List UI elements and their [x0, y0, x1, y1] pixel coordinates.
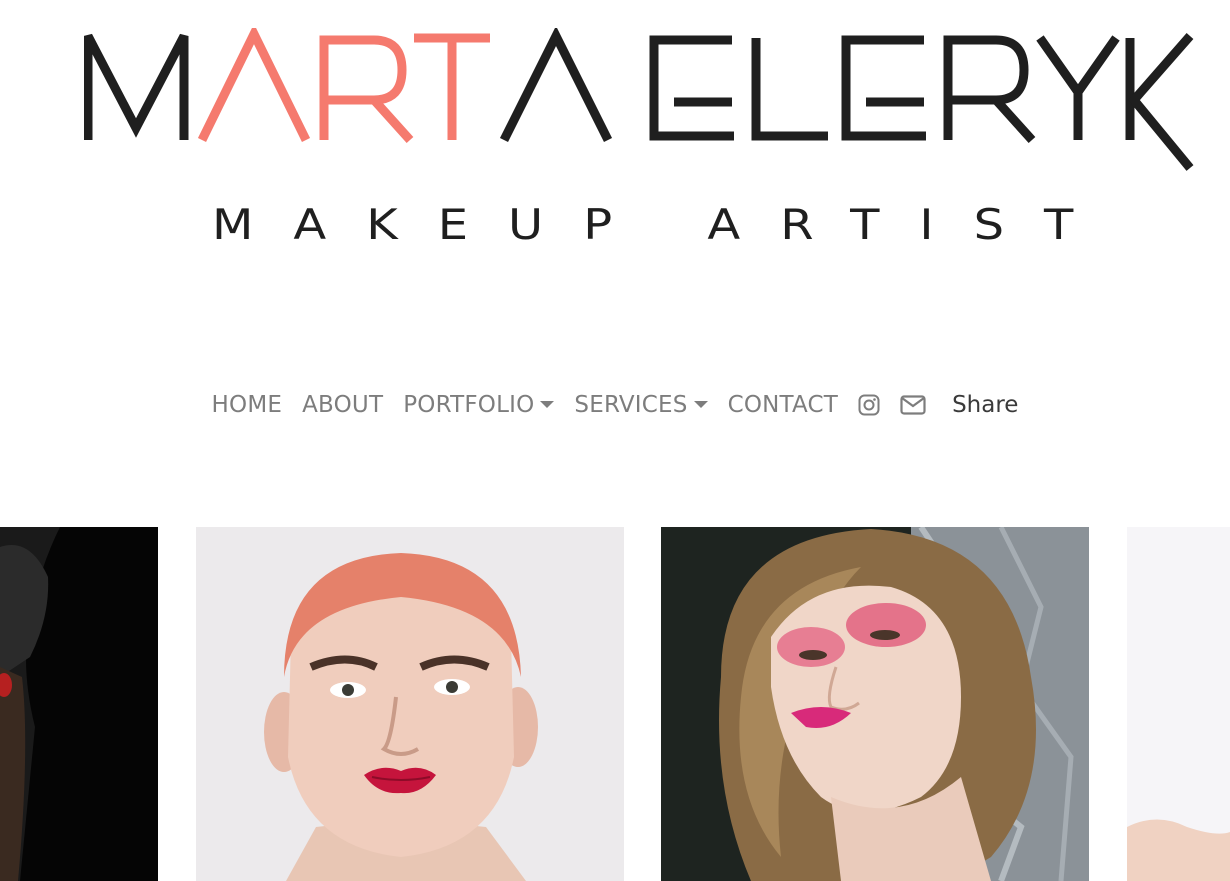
photo-model-bob-hair	[661, 527, 1089, 881]
nav-item-label: ABOUT	[302, 392, 384, 418]
gallery-photo[interactable]	[0, 527, 158, 881]
photo-model-dark-hair	[0, 527, 158, 881]
nav-item-label: HOME	[211, 392, 283, 418]
email-link[interactable]	[890, 395, 936, 415]
nav-item-home[interactable]: HOME	[202, 392, 293, 418]
caret-down-icon	[540, 400, 555, 408]
portfolio-gallery	[0, 527, 1230, 881]
logo-wordmark	[84, 28, 1194, 171]
photo-model-light-bg	[1127, 527, 1230, 881]
nav-item-label: SERVICES	[574, 392, 688, 418]
instagram-link[interactable]	[848, 394, 890, 416]
instagram-icon	[858, 394, 880, 416]
nav-item-portfolio[interactable]: PORTFOLIO	[393, 392, 564, 418]
nav-item-label: PORTFOLIO	[403, 392, 535, 418]
share-button[interactable]: Share	[936, 392, 1028, 418]
nav-item-contact[interactable]: CONTACT	[718, 392, 848, 418]
nav-list: HOME ABOUT PORTFOLIO SERVICES CONTACT Sh…	[202, 392, 1029, 418]
logo-tagline: MAKEUP ARTIST	[212, 200, 1114, 250]
main-navigation: HOME ABOUT PORTFOLIO SERVICES CONTACT Sh…	[0, 380, 1230, 430]
nav-item-about[interactable]: ABOUT	[292, 392, 393, 418]
site-logo[interactable]: MAKEUP ARTIST	[84, 28, 1194, 258]
gallery-photo[interactable]	[661, 527, 1089, 881]
gallery-photo[interactable]	[1127, 527, 1230, 881]
envelope-icon	[900, 395, 926, 415]
nav-item-label: CONTACT	[727, 392, 839, 418]
photo-model-red-hair	[196, 527, 624, 881]
gallery-photo[interactable]	[196, 527, 624, 881]
nav-item-services[interactable]: SERVICES	[564, 392, 717, 418]
caret-down-icon	[693, 400, 708, 408]
